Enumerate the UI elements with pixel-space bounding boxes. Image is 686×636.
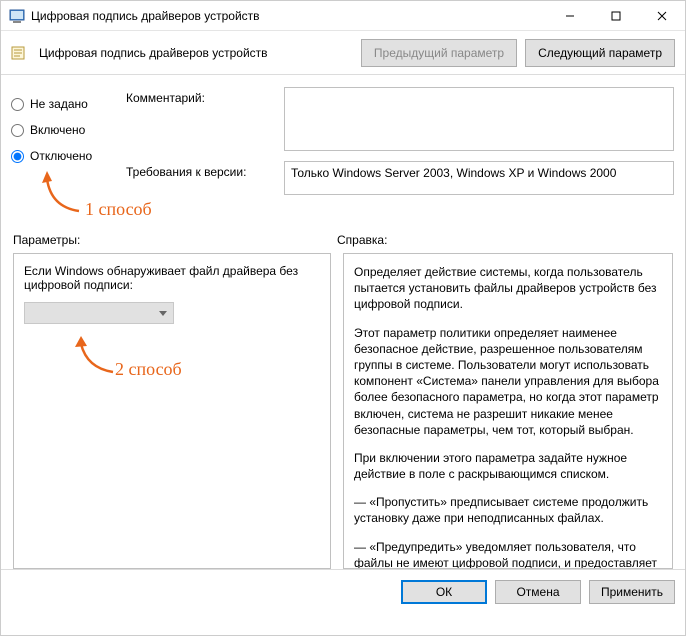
maximize-button[interactable] (593, 1, 639, 30)
param-dropdown-label: Если Windows обнаруживает файл драйвера … (24, 264, 320, 292)
requirements-text: Только Windows Server 2003, Windows XP и… (284, 161, 674, 195)
annotation-arrow-icon (73, 336, 119, 376)
help-panel: Определяет действие системы, когда польз… (343, 253, 673, 569)
help-paragraph: Этот параметр политики определяет наимен… (354, 325, 662, 438)
radio-not-configured-label: Не задано (30, 97, 88, 111)
next-setting-button[interactable]: Следующий параметр (525, 39, 675, 67)
signing-action-dropdown[interactable] (24, 302, 174, 324)
prev-setting-button[interactable]: Предыдущий параметр (361, 39, 517, 67)
help-paragraph: — «Предупредить» уведомляет пользователя… (354, 539, 662, 569)
annotation-arrow-icon (37, 171, 87, 215)
dialog-footer: ОК Отмена Применить (1, 569, 685, 613)
radio-not-configured-input[interactable] (11, 98, 24, 111)
help-section-label: Справка: (337, 233, 387, 247)
close-button[interactable] (639, 1, 685, 30)
radio-disabled[interactable]: Отключено (11, 143, 126, 169)
radio-disabled-label: Отключено (30, 149, 92, 163)
help-paragraph: Определяет действие системы, когда польз… (354, 264, 662, 313)
ok-button[interactable]: ОК (401, 580, 487, 604)
help-paragraph: — «Пропустить» предписывает системе прод… (354, 494, 662, 526)
annotation-1: 1 способ (85, 199, 152, 220)
radio-enabled-label: Включено (30, 123, 85, 137)
annotation-2: 2 способ (115, 359, 182, 380)
radio-enabled-input[interactable] (11, 124, 24, 137)
radio-not-configured[interactable]: Не задано (11, 91, 126, 117)
apply-button[interactable]: Применить (589, 580, 675, 604)
parameters-section-label: Параметры: (13, 233, 337, 247)
radio-disabled-input[interactable] (11, 150, 24, 163)
titlebar: Цифровая подпись драйверов устройств (1, 1, 685, 31)
toolbar-title: Цифровая подпись драйверов устройств (39, 46, 353, 60)
help-paragraph: При включении этого параметра задайте ну… (354, 450, 662, 482)
toolbar: Цифровая подпись драйверов устройств Пре… (1, 31, 685, 75)
chevron-down-icon (159, 311, 167, 316)
window-title: Цифровая подпись драйверов устройств (31, 9, 547, 23)
comment-input[interactable] (284, 87, 674, 151)
parameters-panel: Если Windows обнаруживает файл драйвера … (13, 253, 331, 569)
radio-enabled[interactable]: Включено (11, 117, 126, 143)
cancel-button[interactable]: Отмена (495, 580, 581, 604)
policy-icon (11, 45, 27, 61)
minimize-button[interactable] (547, 1, 593, 30)
app-icon (9, 8, 25, 24)
requirements-label: Требования к версии: (126, 161, 276, 179)
comment-label: Комментарий: (126, 87, 276, 105)
